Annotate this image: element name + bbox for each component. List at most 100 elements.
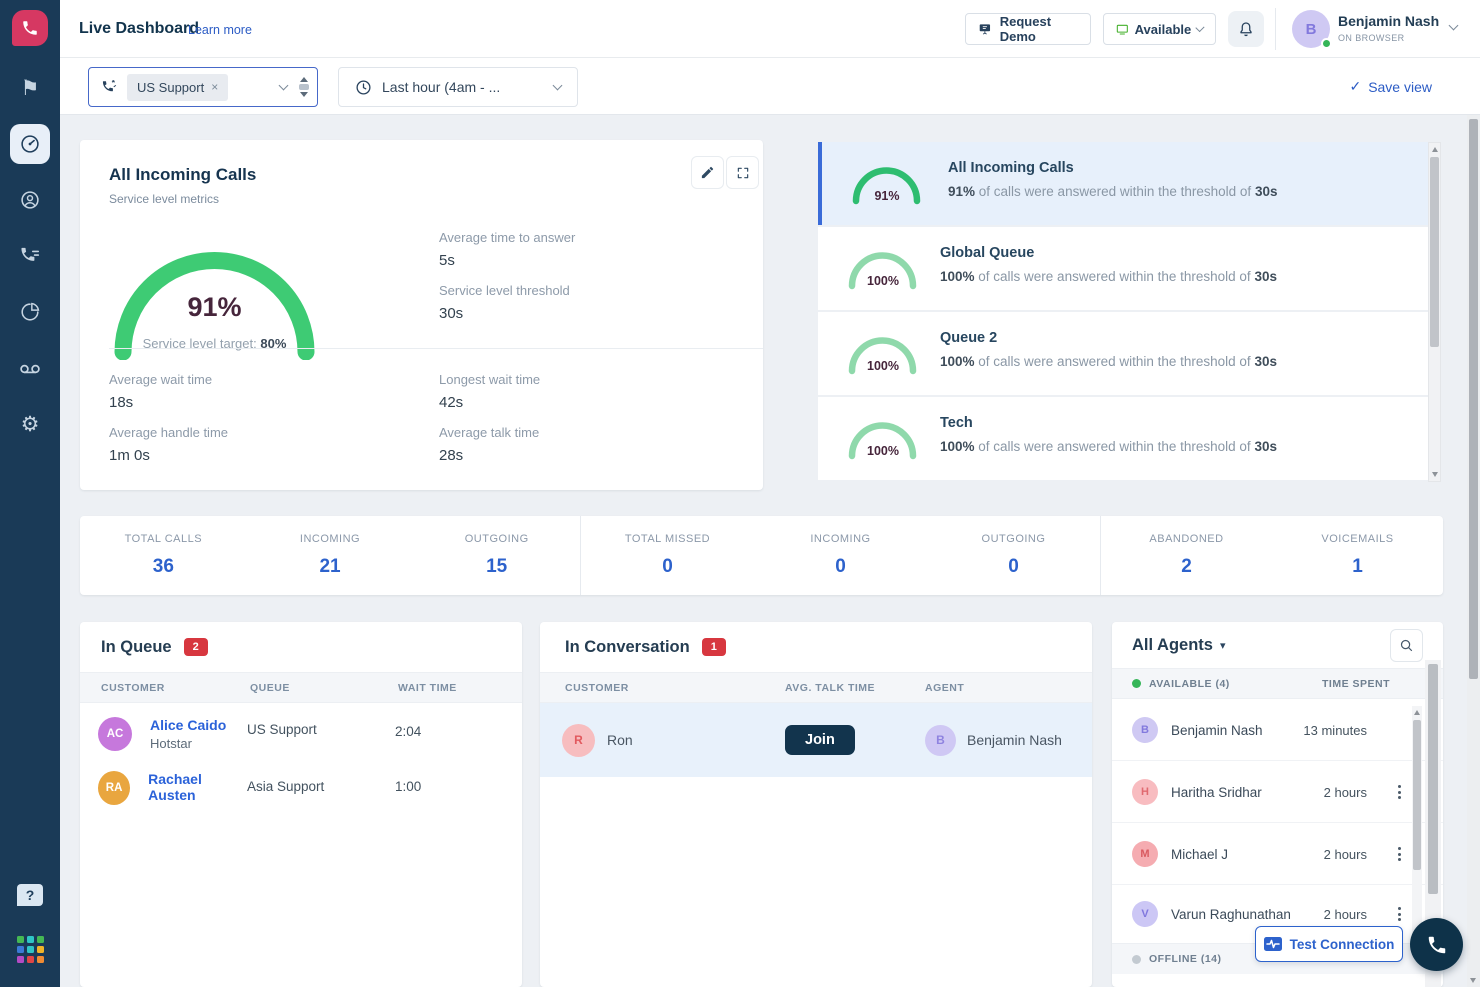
sidebar-item-reports[interactable]: [10, 292, 50, 332]
queue-gauge-list: 91% All Incoming Calls 91% of calls were…: [818, 142, 1428, 482]
customer-name-link[interactable]: Alice Caido: [150, 717, 226, 733]
search-icon: [1399, 638, 1414, 653]
request-demo-button[interactable]: Request Demo: [965, 13, 1091, 45]
table-row[interactable]: RA Rachael Austen Asia Support 1:00: [80, 759, 522, 813]
agent-row[interactable]: H Haritha Sridhar 2 hours: [1112, 761, 1443, 823]
agent-menu-kebab-icon[interactable]: [1398, 907, 1401, 921]
stat-missed-incoming: INCOMING0: [754, 533, 927, 578]
customer-company: Hotstar: [150, 736, 226, 751]
bell-icon: [1237, 20, 1255, 38]
queue-gauge-item-all-incoming[interactable]: 91% All Incoming Calls 91% of calls were…: [818, 142, 1428, 225]
in-queue-header: In Queue 2: [80, 622, 522, 672]
available-status-dot: [1132, 679, 1141, 688]
page-title: Live Dashboard: [79, 20, 199, 38]
expand-icon: [736, 166, 750, 180]
call-metrics-icon: [19, 245, 41, 267]
scrollbar-up-arrow[interactable]: [1414, 710, 1420, 715]
stat-total-calls: TOTAL CALLS36: [80, 533, 247, 578]
table-row[interactable]: AC Alice Caido Hotstar US Support 2:04: [80, 703, 522, 759]
spinner-up-icon[interactable]: [300, 77, 308, 82]
customer-avatar: AC: [98, 717, 132, 751]
agent-name: Benjamin Nash: [967, 732, 1062, 748]
test-connection-button[interactable]: Test Connection: [1255, 926, 1403, 962]
dashboard-icon: [19, 133, 41, 155]
scrollbar-up-arrow[interactable]: [1432, 147, 1438, 152]
in-queue-count-badge: 2: [184, 638, 208, 656]
page-scrollbar[interactable]: [1467, 115, 1480, 987]
mini-gauge: 100%: [846, 414, 920, 460]
phone-icon: [21, 19, 39, 37]
gauge-value: 91%: [112, 292, 317, 323]
queue-list-scrollbar[interactable]: [1428, 142, 1441, 482]
agent-avatar: B: [925, 725, 956, 756]
join-call-button[interactable]: Join: [785, 725, 855, 755]
phone-logo[interactable]: [12, 10, 48, 46]
scrollbar-thumb[interactable]: [1413, 720, 1421, 870]
save-view-button[interactable]: ✓ Save view: [1349, 78, 1432, 95]
queue-filter-chip[interactable]: US Support ×: [127, 74, 228, 101]
sidebar-item-dashboard[interactable]: [10, 124, 50, 164]
stats-group-other: ABANDONED2 VOICEMAILS1: [1100, 516, 1443, 595]
agent-row[interactable]: B Benjamin Nash 13 minutes: [1112, 699, 1443, 761]
agent-list-scrollbar[interactable]: [1412, 706, 1422, 952]
app-switcher-icon: [17, 936, 44, 963]
in-conversation-column-header: CUSTOMERAVG. TALK TIMEAGENT: [540, 672, 1092, 703]
scrollbar-thumb[interactable]: [1469, 119, 1478, 679]
time-range-dropdown[interactable]: Last hour (4am - ...: [338, 67, 578, 107]
table-row[interactable]: R Ron Join B Benjamin Nash: [540, 703, 1092, 777]
spinner-down-icon[interactable]: [300, 92, 308, 97]
service-level-card: All Incoming Calls Service level metrics…: [80, 140, 763, 490]
phone-fab-button[interactable]: [1410, 918, 1463, 971]
scrollbar-down-arrow[interactable]: [1432, 472, 1438, 477]
pencil-icon: [700, 165, 715, 180]
sidebar-item-call-metrics[interactable]: [10, 236, 50, 276]
scrollbar-thumb[interactable]: [1430, 157, 1439, 347]
chevron-down-icon: [279, 81, 289, 91]
agent-avatar: B: [1132, 717, 1158, 743]
card-divider: [109, 348, 763, 349]
edit-widget-button[interactable]: [691, 156, 724, 189]
user-menu-chevron-icon[interactable]: [1449, 21, 1459, 31]
sidebar-item-settings[interactable]: ⚙: [10, 404, 50, 444]
sidebar-item-app-switcher[interactable]: [10, 929, 50, 969]
connection-test-icon: [1264, 935, 1282, 953]
flag-icon: ⚑: [21, 76, 40, 101]
agent-search-button[interactable]: [1390, 629, 1423, 662]
in-queue-panel: In Queue 2 CUSTOMERQUEUEWAIT TIME AC Ali…: [80, 622, 522, 987]
voicemail-icon: [18, 356, 42, 380]
agent-menu-kebab-icon[interactable]: [1398, 847, 1401, 861]
metric-service-level-threshold: Service level threshold 30s: [439, 283, 570, 322]
scrollbar-down-arrow[interactable]: [1470, 978, 1476, 983]
customer-name: Ron: [607, 732, 633, 748]
user-avatar[interactable]: B: [1292, 10, 1330, 48]
sidebar: ⚑ ⚙ ?: [0, 0, 60, 987]
learn-more-link[interactable]: Learn more: [188, 23, 252, 37]
sidebar-item-voicemail[interactable]: [10, 348, 50, 388]
metric-avg-handle-time: Average handle time 1m 0s: [109, 425, 228, 464]
expand-widget-button[interactable]: [726, 156, 759, 189]
caret-down-icon[interactable]: ▾: [1220, 639, 1226, 652]
queue-filter-dropdown[interactable]: US Support ×: [88, 67, 318, 107]
notifications-button[interactable]: [1228, 11, 1264, 47]
call-filter-icon: [101, 79, 118, 96]
queue-cell: US Support: [247, 717, 395, 737]
in-conversation-header: In Conversation 1: [540, 622, 1092, 672]
queue-gauge-item-queue-2[interactable]: 100% Queue 2 100% of calls were answered…: [818, 312, 1428, 395]
agents-filter-dropdown[interactable]: All Agents: [1132, 636, 1213, 655]
scroll-spinner[interactable]: [297, 77, 311, 97]
wait-time-cell: 1:00: [395, 771, 522, 794]
sidebar-item-help[interactable]: ?: [10, 875, 50, 915]
customer-name-link[interactable]: Rachael Austen: [148, 771, 247, 803]
stat-outgoing: OUTGOING15: [413, 533, 580, 578]
chip-remove-icon[interactable]: ×: [211, 80, 218, 94]
queue-gauge-item-tech[interactable]: 100% Tech 100% of calls were answered wi…: [818, 397, 1428, 480]
scrollbar-thumb[interactable]: [1428, 664, 1438, 894]
agent-row[interactable]: M Michael J 2 hours: [1112, 823, 1443, 885]
agent-menu-kebab-icon[interactable]: [1398, 785, 1401, 799]
sidebar-item-contacts[interactable]: [10, 180, 50, 220]
metric-avg-talk-time: Average talk time 28s: [439, 425, 539, 464]
queue-cell: Asia Support: [247, 771, 395, 794]
queue-gauge-item-global-queue[interactable]: 100% Global Queue 100% of calls were ans…: [818, 227, 1428, 310]
sidebar-item-onboarding[interactable]: ⚑: [10, 68, 50, 108]
availability-dropdown[interactable]: Available: [1103, 13, 1216, 45]
